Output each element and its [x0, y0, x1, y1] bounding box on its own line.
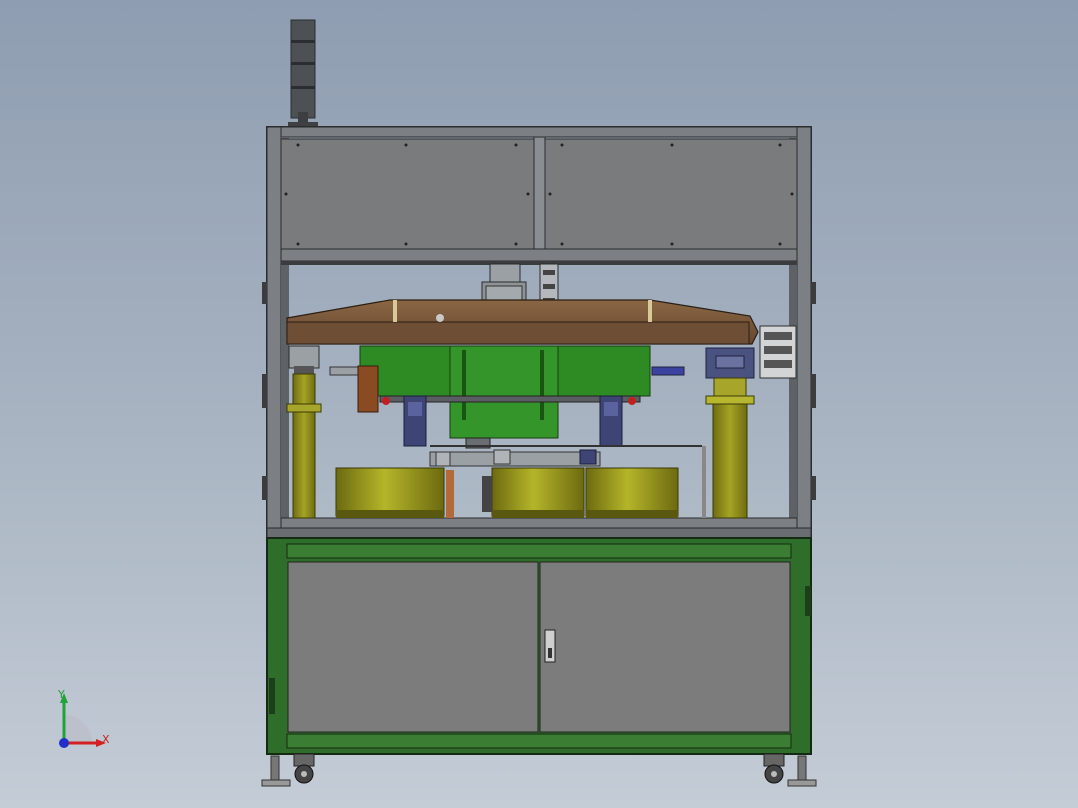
green-module: [329, 345, 685, 439]
cad-viewport[interactable]: X Y: [0, 0, 1078, 808]
signal-tower: [288, 19, 318, 127]
z-axis-dot: [59, 738, 69, 748]
y-axis-label: Y: [58, 688, 65, 701]
left-column: [286, 345, 322, 519]
material-drums: [335, 467, 679, 518]
mounting-plate: [286, 299, 759, 345]
casters: [261, 753, 817, 787]
right-column: [705, 325, 797, 519]
machine-model: [261, 19, 817, 787]
x-axis-label: X: [102, 733, 110, 746]
